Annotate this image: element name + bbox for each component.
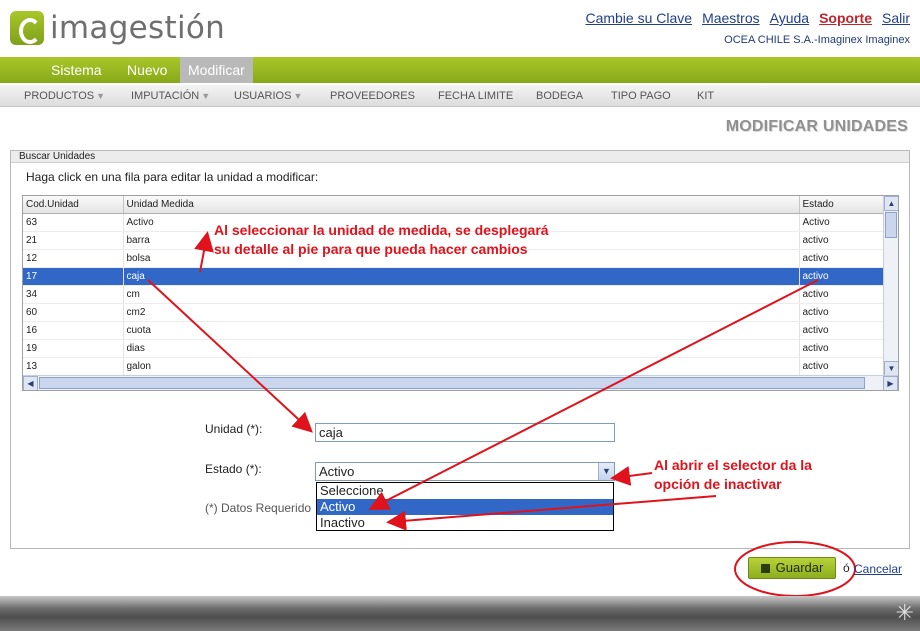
or-text: ó (843, 561, 850, 575)
annotation-arrow (386, 495, 717, 531)
annotation-arrow (368, 279, 819, 510)
annotation-arrow (610, 465, 653, 486)
save-label: Guardar (775, 560, 824, 575)
cancel-link[interactable]: Cancelar (854, 562, 902, 576)
save-button[interactable]: Guardar (748, 557, 836, 579)
sparkle-icon: ✳ (895, 600, 914, 625)
annotation-arrows (147, 231, 856, 597)
floppy-disk-icon (760, 564, 770, 573)
footer-bar (0, 596, 920, 631)
annotation-arrow (194, 231, 214, 273)
annotation-arrow (147, 279, 313, 433)
